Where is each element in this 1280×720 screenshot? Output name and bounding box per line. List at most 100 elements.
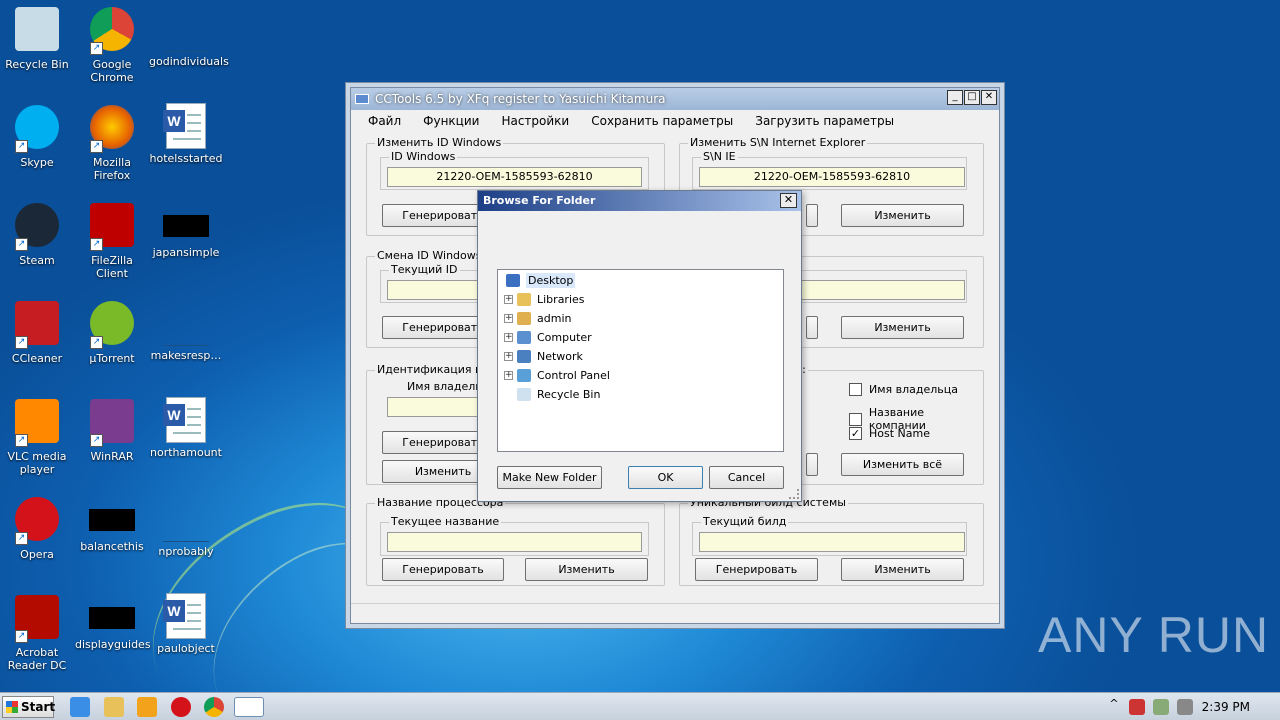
expand-icon[interactable]: + [504, 313, 513, 323]
tree-item[interactable]: + admin [504, 309, 571, 327]
volume-icon[interactable] [1177, 699, 1193, 715]
option-label: Host Name [869, 427, 930, 440]
tree-item[interactable]: Recycle Bin [504, 385, 600, 403]
expand-icon[interactable]: + [504, 351, 513, 361]
folder-tree[interactable]: Desktop + Libraries + admin + Computer + Network… [497, 269, 784, 452]
firefox-icon: ↗ [88, 105, 136, 153]
tree-item[interactable]: + Control Panel [504, 366, 610, 384]
desktop-icon[interactable]: nprobably [149, 495, 223, 558]
status-bar [351, 603, 999, 623]
tree-item-label: Computer [537, 330, 592, 344]
title-bar[interactable]: CCTools 6.5 by XFq register to Yasuichi … [351, 88, 999, 110]
desktop-icon[interactable]: japansimple [149, 201, 223, 259]
make-new-folder-button[interactable]: Make New Folder [497, 466, 602, 489]
generate-right-3-button[interactable] [806, 453, 818, 476]
shortcut-arrow-icon: ↗ [90, 42, 103, 55]
checkbox[interactable] [849, 412, 862, 426]
desktop-icon[interactable]: ↗ Opera [0, 495, 74, 561]
desktop-icon[interactable]: ↗ Steam [0, 201, 74, 267]
desktop-icon[interactable]: makesresp… [149, 299, 223, 362]
cctools-taskbar-button[interactable] [234, 697, 264, 717]
cancel-button[interactable]: Cancel [709, 466, 784, 489]
menu-load-params[interactable]: Загрузить параметры [755, 114, 894, 128]
tree-item[interactable]: + Network [504, 347, 583, 365]
expand-icon[interactable]: + [504, 370, 513, 380]
checkbox-checked[interactable]: ✓ [849, 427, 862, 440]
desktop-icon-label: Google Chrome [90, 58, 134, 84]
generate-processor-button[interactable]: Генерировать [382, 558, 504, 581]
checkbox[interactable] [849, 383, 862, 396]
media-player-taskbar-icon[interactable] [137, 697, 157, 717]
menu-bar: Файл Функции Настройки Сохранить парамет… [351, 110, 999, 132]
desktop-icon[interactable]: godindividuals [149, 5, 229, 68]
shortcut-arrow-icon: ↗ [15, 140, 28, 153]
desktop-icon[interactable]: Whotelsstarted [149, 103, 223, 165]
system-build-field[interactable] [699, 532, 965, 552]
close-button[interactable]: ✕ [981, 90, 997, 105]
ok-button[interactable]: OK [628, 466, 703, 489]
change-processor-button[interactable]: Изменить [525, 558, 648, 581]
desktop-icon[interactable]: Wnorthamount [149, 397, 223, 459]
generate-ie-button[interactable] [806, 204, 818, 227]
minimize-button[interactable]: _ [947, 90, 963, 105]
opera-taskbar-icon[interactable] [171, 697, 191, 717]
start-button[interactable]: Start [2, 696, 55, 718]
desktop-icon[interactable]: Recycle Bin [0, 5, 74, 71]
menu-file[interactable]: Файл [368, 114, 401, 128]
tree-item[interactable]: Desktop [506, 271, 576, 289]
ie-taskbar-icon[interactable] [70, 697, 90, 717]
word-doc-icon: W [163, 397, 206, 443]
menu-functions[interactable]: Функции [423, 114, 479, 128]
desktop-icon[interactable]: balancethis [75, 495, 149, 553]
dialog-title-bar[interactable]: Browse For Folder ✕ [478, 191, 801, 211]
clock[interactable]: 2:39 PM [1202, 700, 1250, 714]
change-all-button[interactable]: Изменить всё [841, 453, 964, 476]
power-icon[interactable] [1153, 699, 1169, 715]
blank-file-icon [163, 345, 209, 346]
chrome-taskbar-icon[interactable] [204, 697, 224, 717]
action-center-icon[interactable] [1129, 699, 1145, 715]
desktop-icon-label: makesresp… [150, 349, 222, 362]
processor-name-field[interactable] [387, 532, 642, 552]
desktop-icon[interactable]: displayguides [75, 593, 151, 651]
generate-right-2-button[interactable] [806, 316, 818, 339]
dialog-close-button[interactable]: ✕ [780, 193, 797, 208]
tree-item[interactable]: + Computer [504, 328, 592, 346]
ie-serial-field[interactable]: 21220-OEM-1585593-62810 [699, 167, 965, 187]
network-icon [517, 349, 531, 363]
change-ie-button[interactable]: Изменить [841, 204, 964, 227]
desktop-icon[interactable]: ↗ Google Chrome [75, 5, 149, 84]
host-name-option[interactable]: ✓ Host Name [849, 427, 930, 440]
desktop-icon[interactable]: ↗ FileZilla Client [75, 201, 149, 280]
desktop-icon[interactable]: ↗ CCleaner [0, 299, 74, 365]
windows-id-field[interactable]: 21220-OEM-1585593-62810 [387, 167, 642, 187]
subgroup-title: S\N IE [701, 150, 738, 163]
shortcut-arrow-icon: ↗ [90, 336, 103, 349]
desktop-icon-label: VLC media player [7, 450, 67, 476]
change-right-2-button[interactable]: Изменить [841, 316, 964, 339]
menu-settings[interactable]: Настройки [501, 114, 569, 128]
menu-save-params[interactable]: Сохранить параметры [591, 114, 733, 128]
desktop-icon[interactable]: ↗ Skype [0, 103, 74, 169]
tree-item-label: Recycle Bin [537, 387, 601, 401]
generate-build-button[interactable]: Генерировать [695, 558, 818, 581]
computer-icon [517, 330, 531, 344]
desktop-icon[interactable]: ↗ Acrobat Reader DC [0, 593, 74, 672]
maximize-button[interactable]: □ [964, 90, 980, 105]
show-hidden-icons[interactable]: ^ [1108, 697, 1120, 717]
explorer-taskbar-icon[interactable] [104, 697, 124, 717]
change-build-button[interactable]: Изменить [841, 558, 964, 581]
tree-item[interactable]: + Libraries [504, 290, 585, 308]
option-label: Имя владельца [869, 383, 959, 396]
expand-icon[interactable]: + [504, 294, 513, 304]
desktop-icon[interactable]: ↗ µTorrent [75, 299, 149, 365]
desktop-icon[interactable]: Wpaulobject [149, 593, 223, 655]
desktop-icon[interactable]: ↗ VLC media player [0, 397, 74, 476]
expand-icon[interactable]: + [504, 332, 513, 342]
desktop-icon[interactable]: ↗ WinRAR [75, 397, 149, 463]
resize-grip[interactable] [789, 489, 799, 499]
owner-name-option[interactable]: Имя владельца [849, 383, 958, 396]
user-folder-icon [517, 311, 531, 325]
desktop-icon[interactable]: ↗ Mozilla Firefox [75, 103, 149, 182]
recycle-bin-icon [13, 7, 61, 55]
